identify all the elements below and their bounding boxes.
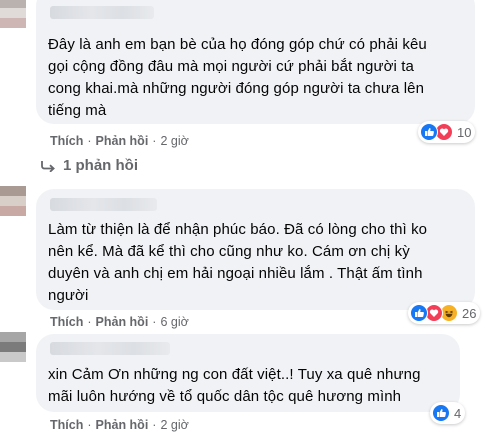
comment-bubble: Đây là anh em bạn bè của họ đóng góp chứ…: [36, 0, 475, 124]
reply-arrow-icon: [41, 160, 55, 172]
comment-bubble: Làm từ thiện là để nhận phúc báo. Đã có …: [36, 189, 475, 310]
comment-bubble: xin Cảm Ơn những ng con đất việt..! Tuy …: [36, 334, 460, 412]
replies-count-label: 1 phản hồi: [63, 157, 138, 174]
avatar[interactable]: [0, 332, 26, 362]
reply-button[interactable]: Phản hồi: [96, 134, 149, 148]
comment-timestamp[interactable]: 6 giờ: [160, 315, 188, 329]
reply-button[interactable]: Phản hồi: [96, 418, 149, 432]
comment-timestamp[interactable]: 2 giờ: [160, 418, 188, 432]
avatar[interactable]: [0, 0, 26, 28]
reaction-count: 10: [457, 124, 472, 140]
like-button[interactable]: Thích: [50, 315, 83, 329]
reaction-summary[interactable]: 10: [418, 121, 476, 143]
comment-actions: Thích · Phản hồi · 2 giờ: [50, 418, 189, 432]
like-icon: [432, 404, 450, 422]
like-icon: [420, 123, 438, 141]
comment-actions: Thích · Phản hồi · 2 giờ: [50, 134, 189, 148]
comment-actions: Thích · Phản hồi · 6 giờ: [50, 315, 189, 329]
commenter-name[interactable]: [50, 6, 154, 19]
comment-text: xin Cảm Ơn những ng con đất việt..! Tuy …: [48, 366, 421, 405]
commenter-name[interactable]: [50, 342, 170, 355]
avatar[interactable]: [0, 186, 26, 216]
reaction-count: 26: [462, 305, 477, 321]
commenter-name[interactable]: [50, 198, 157, 211]
like-button[interactable]: Thích: [50, 418, 83, 432]
reaction-summary[interactable]: 4: [430, 402, 466, 424]
comment-timestamp[interactable]: 2 giờ: [160, 134, 188, 148]
comment-text: Làm từ thiện là để nhận phúc báo. Đã có …: [48, 221, 428, 304]
reaction-count: 4: [454, 405, 462, 421]
like-icon: [410, 304, 428, 322]
reply-button[interactable]: Phản hồi: [96, 315, 149, 329]
view-replies-link[interactable]: 1 phản hồi: [40, 157, 138, 174]
like-button[interactable]: Thích: [50, 134, 83, 148]
comment-text: Đây là anh em bạn bè của họ đóng góp chứ…: [48, 36, 427, 119]
reaction-summary[interactable]: 26: [408, 302, 481, 324]
